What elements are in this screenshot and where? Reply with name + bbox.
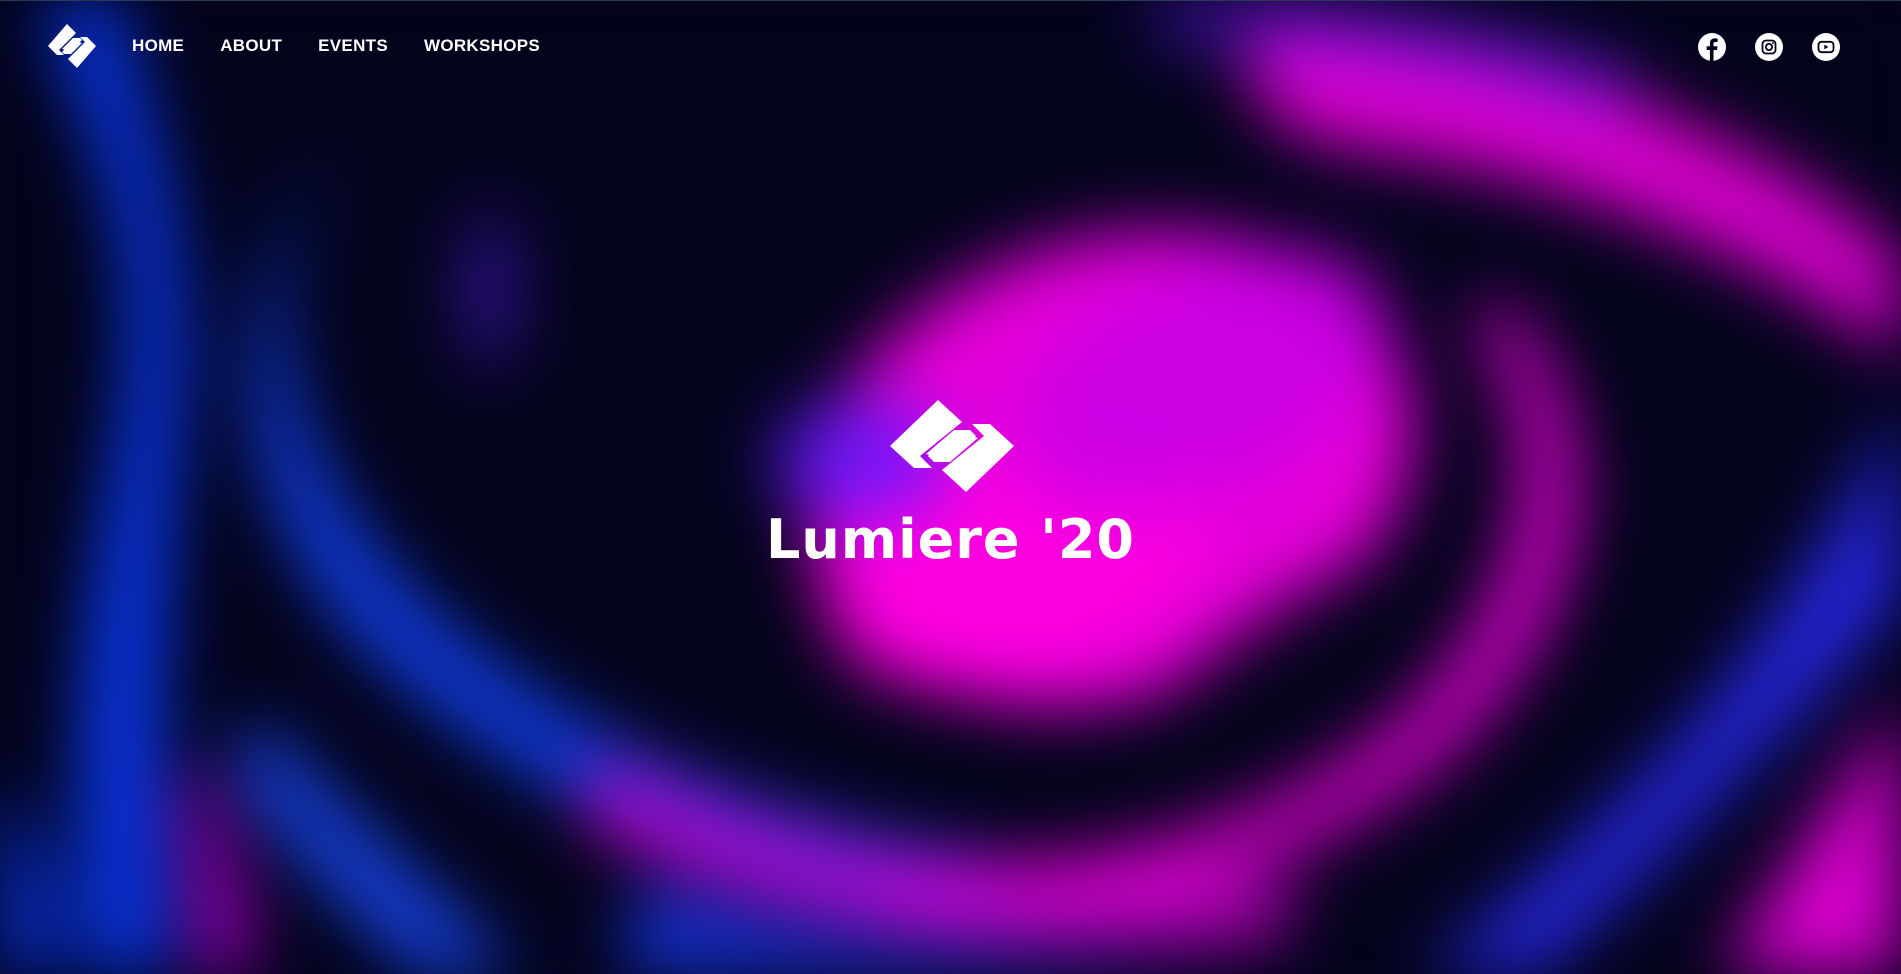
- hero-section: Lumiere '20: [0, 0, 1901, 974]
- hero-title: Lumiere '20: [766, 508, 1135, 571]
- lumiere-diamond-logo-icon: [890, 400, 1014, 492]
- page: HOME ABOUT EVENTS WORKSHOPS Lumiere '20: [0, 0, 1901, 974]
